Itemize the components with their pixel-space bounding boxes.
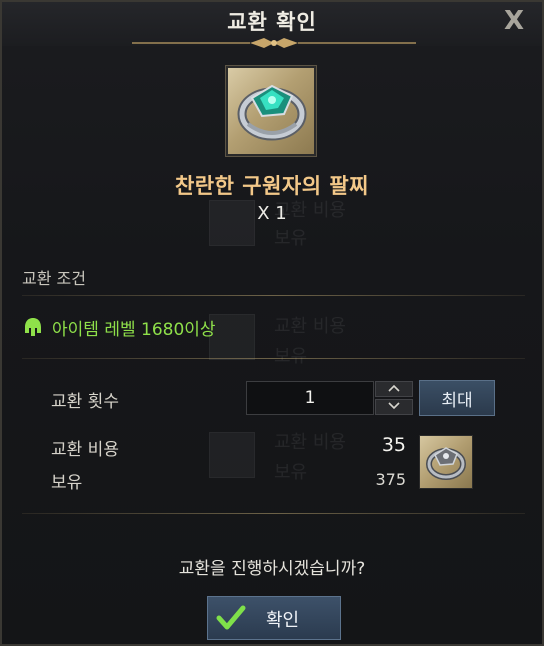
item-name: 찬란한 구원자의 팔찌 — [174, 174, 369, 198]
ghost-owned-label: 보유 — [274, 462, 308, 483]
header-ornament — [132, 38, 416, 48]
dialog-title: 교환 확인 — [227, 10, 317, 34]
owned-label: 보유 — [51, 473, 83, 493]
ghost-owned-label: 보유 — [274, 346, 308, 367]
divider — [22, 513, 525, 514]
condition-requirement: 아이템 레벨 1680이상 — [24, 315, 216, 340]
checkmark-icon — [216, 605, 246, 630]
ghost-owned-label: 보유 — [274, 228, 308, 249]
conditions-section-label: 교환 조건 — [22, 269, 86, 288]
currency-icon-frame — [419, 435, 473, 489]
bracelet-icon — [237, 84, 307, 141]
ghost-cost-label: 교환 비용 — [274, 432, 346, 453]
divider — [22, 358, 525, 359]
exchange-cost-label: 교환 비용 — [51, 440, 119, 460]
owned-value: 375 — [375, 470, 406, 489]
confirm-button[interactable]: 확인 — [207, 596, 341, 640]
item-quantity: X 1 — [257, 203, 287, 224]
chevron-up-icon — [388, 384, 400, 392]
exchange-cost-value: 35 — [381, 434, 406, 456]
close-icon[interactable]: X — [504, 6, 524, 36]
decrement-button[interactable] — [375, 399, 413, 415]
ghost-item-icon — [209, 432, 255, 478]
helmet-icon — [25, 318, 41, 336]
confirm-button-label: 확인 — [266, 610, 300, 631]
exchange-count-label: 교환 횟수 — [51, 392, 119, 412]
requirement-text: 아이템 레벨 1680이상 — [52, 319, 216, 340]
exchange-confirm-dialog: 교환 비용 보유 교환 비용 보유 교환 비용 보유 교환 확인 X 찬란한 구… — [0, 0, 544, 646]
confirm-question: 교환을 진행하시겠습니까? — [178, 559, 366, 579]
increment-button[interactable] — [375, 381, 413, 397]
ghost-cost-label: 교환 비용 — [274, 316, 346, 337]
item-icon-frame — [226, 66, 316, 156]
max-button[interactable]: 최대 — [419, 380, 495, 416]
chevron-down-icon — [388, 402, 400, 410]
exchange-count-input[interactable]: 1 — [246, 381, 374, 415]
bracelet-material-icon — [426, 447, 466, 480]
divider — [22, 295, 525, 296]
